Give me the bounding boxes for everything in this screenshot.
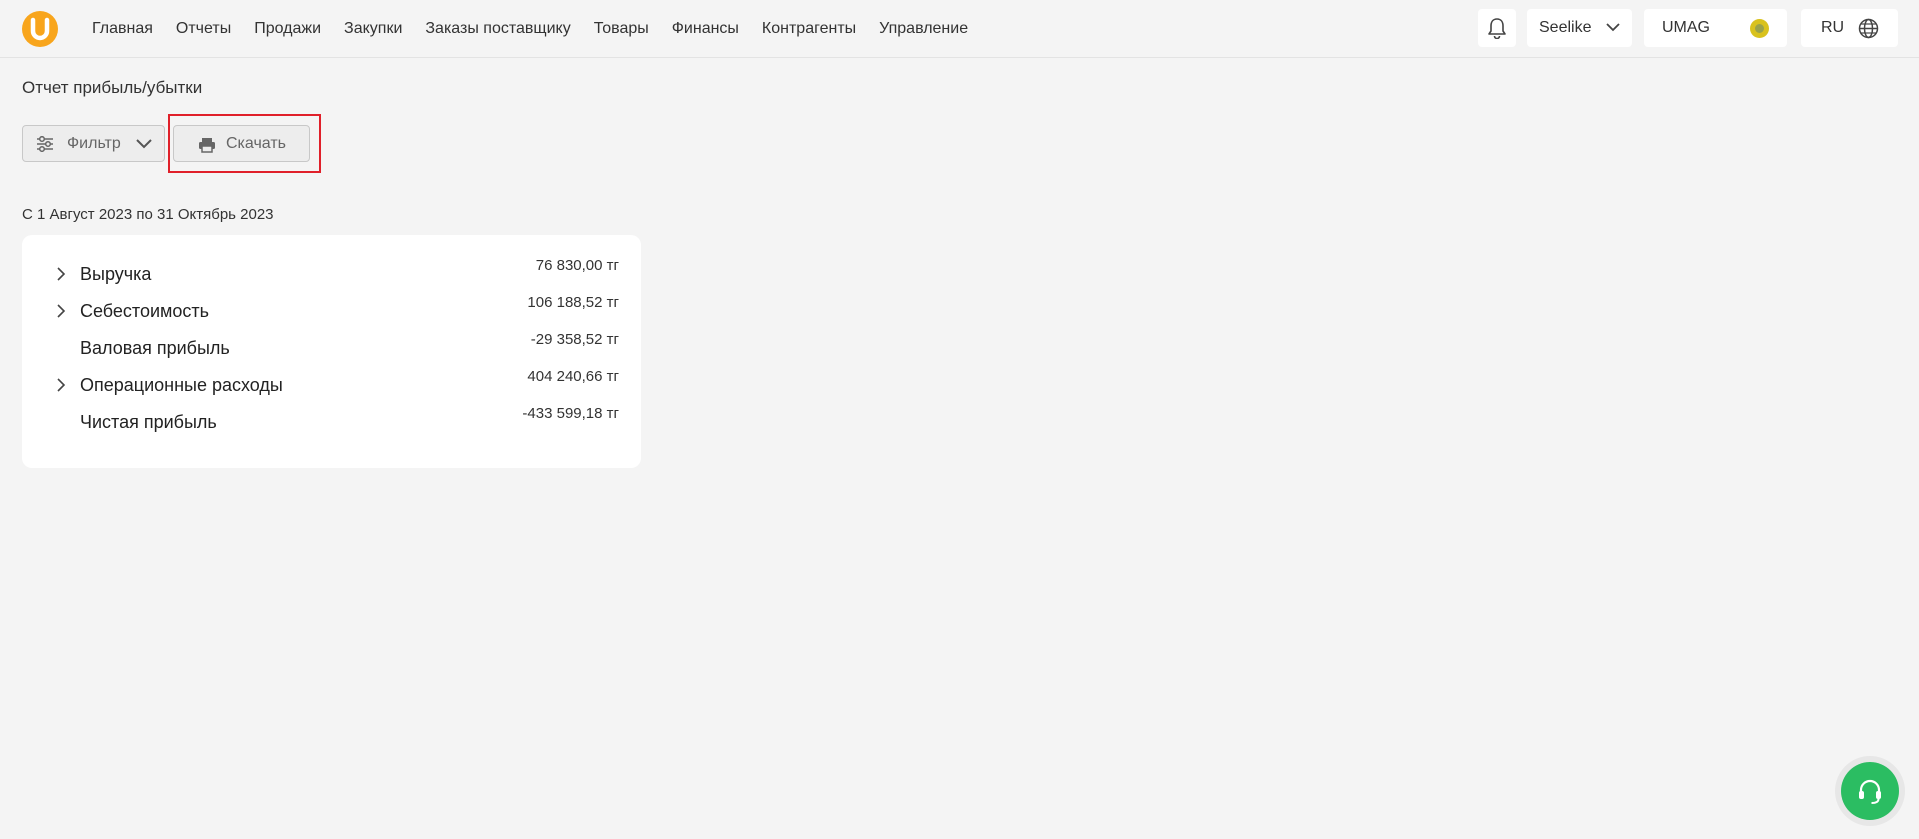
umag-logo[interactable] [22,11,58,47]
filter-button[interactable]: Фильтр [22,125,165,162]
chevron-down-icon [1606,23,1620,32]
report-row-operating-expenses: Операционные расходы 404 240,66 тг [22,368,641,405]
page-title: Отчет прибыль/убытки [22,78,203,97]
download-button-label: Скачать [226,134,286,152]
download-button[interactable]: Скачать [173,125,310,162]
report-row-gross-profit: Валовая прибыль -29 358,52 тг [22,331,641,368]
nav-item-finances[interactable]: Финансы [672,20,739,38]
report-row-amount: 404 240,66 тг [527,368,619,385]
chevron-right-icon[interactable] [52,302,70,320]
chevron-down-icon [136,139,152,149]
store-select-value: Seelike [1539,19,1592,36]
headset-icon [1859,779,1881,804]
report-row-label: Выручка [80,264,152,284]
report-period: С 1 Август 2023 по 31 Октябрь 2023 [22,206,274,223]
filter-button-label: Фильтр [67,134,121,152]
kazakhstan-flag-icon [1750,19,1769,38]
top-bar: Главная Отчеты Продажи Закупки Заказы по… [0,0,1919,58]
notifications-button[interactable] [1478,9,1516,47]
printer-icon [199,138,215,153]
report-row-label: Валовая прибыль [80,338,230,358]
support-chat-button[interactable] [1841,762,1899,820]
chevron-right-icon[interactable] [52,376,70,394]
nav-item-products[interactable]: Товары [594,20,649,38]
language-switcher[interactable]: RU [1801,9,1898,47]
store-select[interactable]: Seelike [1527,9,1632,47]
chevron-right-icon[interactable] [52,265,70,283]
nav-item-management[interactable]: Управление [879,20,968,38]
company-name: UMAG [1662,19,1710,36]
sliders-icon [37,136,53,152]
report-row-net-profit: Чистая прибыль -433 599,18 тг [22,405,641,442]
profit-loss-report: Выручка 76 830,00 тг Себестоимость 106 1… [22,235,641,468]
company-switcher[interactable]: UMAG [1644,9,1787,47]
report-row-amount: 106 188,52 тг [527,294,619,311]
nav-item-counterparties[interactable]: Контрагенты [762,20,856,38]
nav-item-purchases[interactable]: Закупки [344,20,402,38]
report-row-label: Чистая прибыль [80,412,217,432]
nav-item-supplier-orders[interactable]: Заказы поставщику [425,20,570,38]
report-row-label: Операционные расходы [80,375,283,395]
report-row-amount: -433 599,18 тг [522,405,619,422]
language-code: RU [1821,19,1845,36]
report-row-amount: 76 830,00 тг [535,257,619,274]
main-nav: Главная Отчеты Продажи Закупки Заказы по… [92,0,991,58]
bell-icon [1488,18,1506,39]
nav-item-reports[interactable]: Отчеты [176,20,231,38]
report-row-revenue: Выручка 76 830,00 тг [22,257,641,294]
report-row-cost: Себестоимость 106 188,52 тг [22,294,641,331]
nav-item-home[interactable]: Главная [92,20,153,38]
report-row-label: Себестоимость [80,301,210,321]
report-row-amount: -29 358,52 тг [530,331,619,348]
globe-icon [1858,18,1879,39]
nav-item-sales[interactable]: Продажи [254,20,321,38]
